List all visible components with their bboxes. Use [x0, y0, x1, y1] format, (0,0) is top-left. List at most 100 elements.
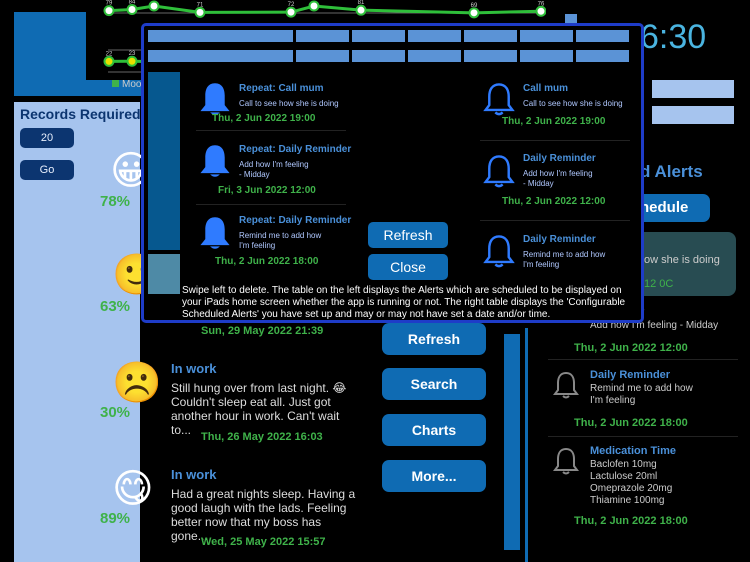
header-cell — [408, 30, 461, 42]
mood-percent: 89% — [100, 510, 131, 527]
data-point — [148, 0, 160, 12]
entry-body: Still hung over from last night. 😂 Could… — [171, 381, 347, 437]
data-label: 84 — [129, 0, 136, 6]
alert-date: Thu, 2 Jun 2022 18:00 — [215, 256, 319, 267]
alert-body: Remind me to add how I'm feeling — [523, 250, 606, 269]
chart-legend: Moo — [112, 79, 141, 90]
data-label: 69 — [471, 3, 478, 9]
modal-info-text: Swipe left to delete. The table on the l… — [182, 285, 626, 320]
go-button[interactable]: Go — [20, 160, 74, 180]
mood-percent: 63% — [100, 298, 131, 315]
header-cell — [464, 30, 517, 42]
header-cell — [352, 30, 405, 42]
divider — [525, 328, 528, 562]
alert-body: Remind me to add how I'm feeling — [239, 231, 322, 250]
header-cell — [520, 30, 573, 42]
data-label: 100 — [309, 0, 320, 2]
alert-date: Thu, 2 Jun 2022 19:00 — [502, 116, 606, 127]
data-label: 71 — [197, 2, 204, 8]
alert-title: Repeat: Call mum — [239, 83, 324, 94]
entry-date: Sun, 29 May 2022 21:39 — [201, 325, 324, 337]
modal-side-bar — [148, 254, 180, 294]
bell-icon — [200, 145, 230, 177]
alert-date: Thu, 2 Jun 2022 19:00 — [212, 113, 316, 124]
entry-body: Had a great nights sleep. Having a good … — [171, 487, 356, 543]
header-cell — [296, 30, 349, 42]
data-label: 22 — [106, 51, 113, 57]
entry-date: Thu, 26 May 2022 16:03 — [201, 431, 323, 443]
alert-title: Repeat: Daily Reminder — [239, 144, 352, 155]
alert-title: Daily Reminder — [523, 234, 596, 245]
records-title: Records Required? — [20, 106, 150, 122]
header-cell — [296, 50, 349, 62]
scroll-indicator[interactable] — [504, 334, 520, 550]
alert-date: Thu, 2 Jun 2022 12:00 — [502, 196, 606, 207]
legend-swatch — [112, 80, 119, 87]
alert-title: Medication Time — [590, 445, 676, 457]
mood-percent: 30% — [100, 404, 131, 421]
alert-body: Add how I'm feeling - Midday — [523, 169, 593, 188]
data-point — [103, 5, 115, 17]
data-point — [308, 0, 320, 12]
data-point — [355, 4, 367, 16]
header-cell — [408, 50, 461, 62]
mood-emoji: ☹️ — [112, 361, 162, 405]
alerts-modal: Repeat: Call mum Call to see how she is … — [141, 23, 644, 323]
alert-title: Daily Reminder — [590, 369, 671, 381]
search-button[interactable]: Search — [382, 368, 486, 400]
data-label: 23 — [129, 51, 136, 57]
alert-card-date: 12 0C — [644, 278, 674, 290]
header-cell — [520, 50, 573, 62]
modal-close-button[interactable]: Close — [368, 254, 448, 280]
data-point — [126, 4, 138, 16]
schedule-button[interactable]: hedule — [640, 194, 710, 222]
modal-refresh-button[interactable]: Refresh — [368, 222, 448, 248]
alert-card-text: ow she is doing — [644, 254, 720, 266]
bell-icon — [483, 155, 515, 188]
charts-button[interactable]: Charts — [382, 414, 486, 446]
right-header-bar — [652, 80, 734, 98]
alert-body: Remind me to add how I'm feeling — [590, 383, 693, 406]
header-cell — [464, 50, 517, 62]
alert-date: Thu, 2 Jun 2022 12:00 — [574, 342, 688, 354]
alert-body: Call to see how she is doing — [239, 99, 339, 108]
modal-side-bar — [148, 72, 180, 250]
alert-title: Daily Reminder — [523, 153, 596, 164]
mood-emoji: 😋 — [112, 467, 154, 511]
data-label: 79 — [106, 1, 113, 7]
list-divider — [548, 359, 738, 360]
bell-icon — [553, 447, 579, 475]
header-cell — [576, 30, 629, 42]
data-point — [194, 6, 206, 18]
alert-body: Add how I'm feeling - Midday — [239, 160, 309, 179]
bell-icon — [553, 371, 579, 399]
more-button[interactable]: More... — [382, 460, 486, 492]
alert-title: Repeat: Daily Reminder — [239, 215, 352, 226]
alert-date: Thu, 2 Jun 2022 18:00 — [574, 515, 688, 527]
header-cell — [352, 50, 405, 62]
data-label: 81 — [358, 0, 365, 6]
bell-icon — [483, 83, 515, 116]
list-divider — [480, 220, 630, 221]
list-divider — [196, 130, 346, 131]
list-divider — [196, 204, 346, 205]
header-cell — [576, 50, 629, 62]
list-divider — [480, 140, 630, 141]
right-header-bar — [652, 106, 734, 124]
legend-label: Moo — [122, 79, 142, 90]
refresh-button[interactable]: Refresh — [382, 323, 486, 355]
alert-date: Thu, 2 Jun 2022 18:00 — [574, 417, 688, 429]
header-cell — [148, 30, 293, 42]
header-cell — [148, 50, 293, 62]
data-label: 100 — [149, 0, 160, 2]
entry-date: Wed, 25 May 2022 15:57 — [201, 536, 326, 548]
records-input[interactable]: 20 — [20, 128, 74, 148]
scheduled-alerts-header: d Alerts — [640, 162, 703, 181]
list-divider — [548, 436, 738, 437]
mood-percent: 78% — [100, 193, 131, 210]
data-point — [103, 55, 115, 67]
clock: 6:30 — [640, 18, 707, 56]
data-point — [285, 6, 297, 18]
data-point — [468, 7, 480, 19]
bell-icon — [200, 217, 230, 249]
